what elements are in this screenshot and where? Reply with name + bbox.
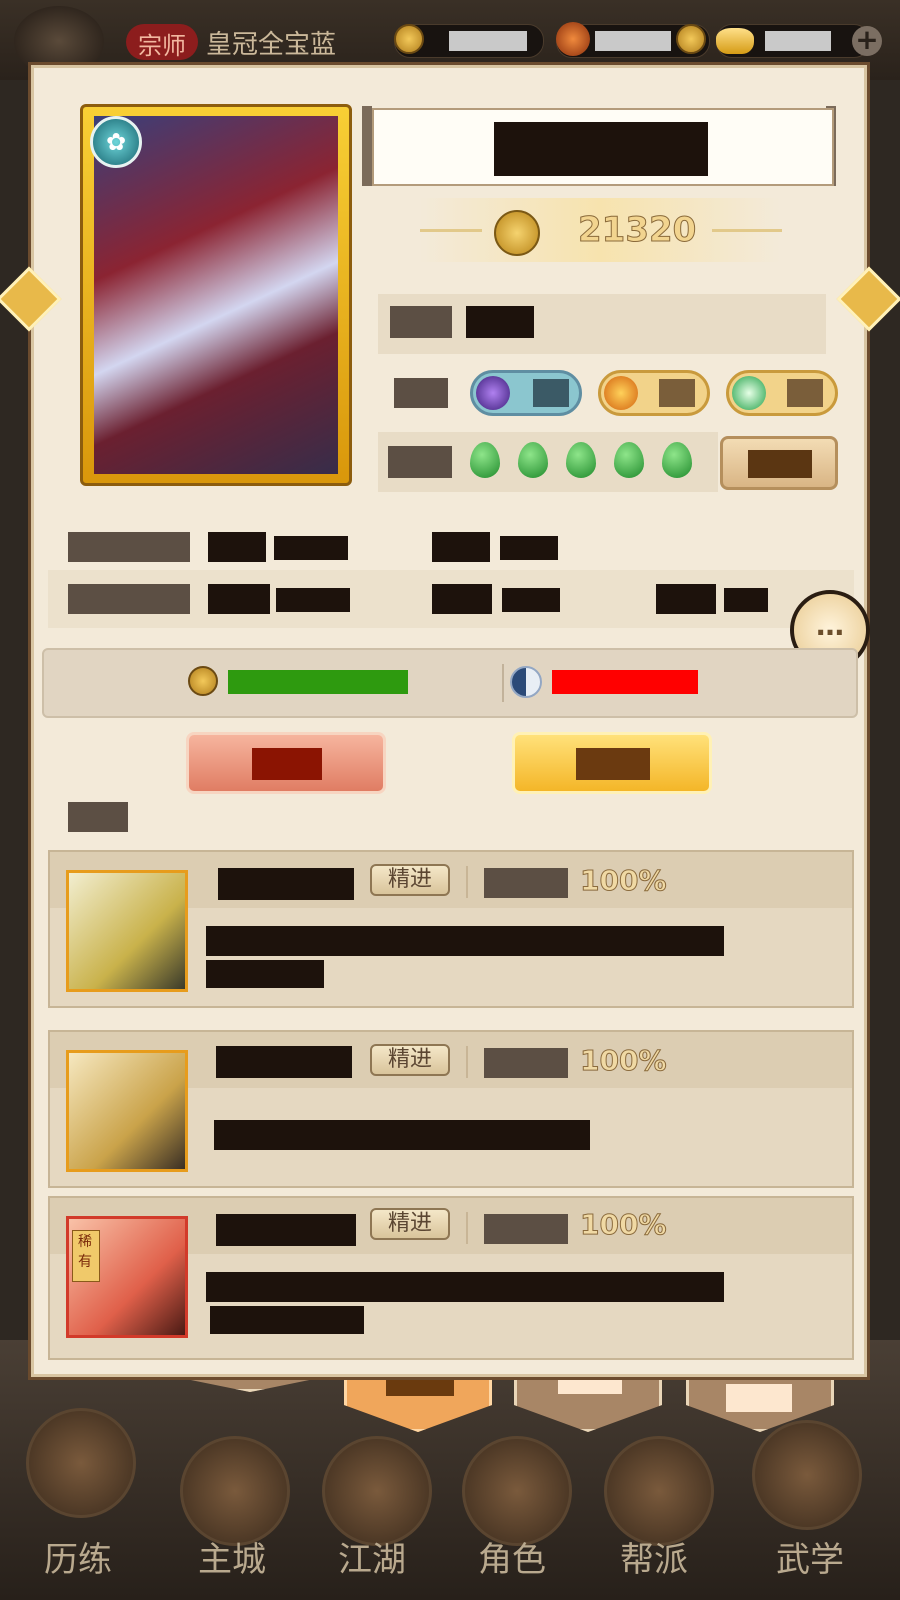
skill-name xyxy=(218,868,354,900)
nav-icon-guild[interactable] xyxy=(604,1436,714,1546)
skill-divider xyxy=(466,866,468,898)
talent-bean-icon xyxy=(470,442,500,478)
nav-icon-martial[interactable] xyxy=(752,1420,862,1530)
skill-description xyxy=(210,1306,364,1334)
yinyang-cost-bar xyxy=(552,670,698,694)
stat-label xyxy=(68,584,190,614)
cost-bar xyxy=(42,648,858,718)
talent-label xyxy=(388,446,452,478)
rank-label: 宗师 xyxy=(138,32,186,60)
skill-name xyxy=(216,1214,356,1246)
skill-icon-strike[interactable] xyxy=(66,1050,188,1172)
stat-value xyxy=(502,588,560,612)
power-value: 21320 xyxy=(577,210,697,251)
nav-icon-practice[interactable] xyxy=(26,1408,136,1518)
skill-tag: 精进 xyxy=(370,864,450,896)
ornament-right xyxy=(712,229,782,232)
divider xyxy=(502,664,504,702)
skill-divider xyxy=(466,1046,468,1078)
skill-name xyxy=(216,1046,352,1078)
skill-rate-value: 100% xyxy=(580,1208,668,1242)
equip-slot-sun[interactable] xyxy=(598,370,710,416)
talent-bean-icon xyxy=(518,442,548,478)
talent-bean-icon xyxy=(614,442,644,478)
equip-slot-jade[interactable] xyxy=(726,370,838,416)
skill-tag: 精进 xyxy=(370,1208,450,1240)
stat-label xyxy=(432,532,490,562)
hero-info-value xyxy=(466,306,534,338)
nav-label-city[interactable]: 主城 xyxy=(198,1532,266,1581)
stat-value xyxy=(208,584,270,614)
moon-icon xyxy=(476,376,510,410)
yinyang-icon xyxy=(510,666,542,698)
jade-ring-icon xyxy=(732,376,766,410)
stat-value xyxy=(208,532,266,562)
hero-name xyxy=(494,122,708,176)
element-badge-icon: ✿ xyxy=(90,116,142,168)
nav-icon-jianghu[interactable] xyxy=(322,1436,432,1546)
talent-bean-icon xyxy=(566,442,596,478)
power-sword-icon xyxy=(494,210,540,256)
stat-label xyxy=(432,584,492,614)
skill-description xyxy=(206,926,724,956)
skill-rate-label xyxy=(484,1214,568,1244)
ornament-left xyxy=(420,229,482,232)
coin-stack-icon[interactable] xyxy=(676,24,706,54)
stat-label xyxy=(68,532,190,562)
stat-value xyxy=(276,588,350,612)
skill-rate-label xyxy=(484,868,568,898)
stat-value xyxy=(274,536,348,560)
skill-description xyxy=(206,960,324,988)
skill-rate-value: 100% xyxy=(580,864,668,898)
coin-cost-bar xyxy=(228,670,408,694)
hero-portrait xyxy=(94,116,338,474)
skill-description xyxy=(206,1272,724,1302)
stat-value xyxy=(500,536,558,560)
skill-divider xyxy=(466,1212,468,1244)
talent-bean-icon xyxy=(662,442,692,478)
tab-4-label xyxy=(726,1384,792,1412)
coin-icon xyxy=(188,666,218,696)
skill-icon-spear[interactable] xyxy=(66,870,188,992)
action-button-right-label xyxy=(576,748,650,780)
player-title: 皇冠全宝蓝 xyxy=(206,30,337,60)
skill-rate-label xyxy=(484,1048,568,1078)
talent-button-label xyxy=(748,450,812,478)
nav-label-role[interactable]: 角色 xyxy=(478,1532,546,1581)
stat-label xyxy=(656,584,716,614)
skill-tag: 精进 xyxy=(370,1044,450,1076)
action-button-left-label xyxy=(252,748,322,780)
nav-icon-role[interactable] xyxy=(462,1436,572,1546)
stat-value xyxy=(724,588,768,612)
equip-slot-moon[interactable] xyxy=(470,370,582,416)
nav-label-practice[interactable]: 历练 xyxy=(44,1532,112,1581)
coin-icon xyxy=(394,24,424,54)
nav-label-guild[interactable]: 帮派 xyxy=(620,1532,688,1581)
nav-label-martial[interactable]: 武学 xyxy=(776,1532,844,1581)
plus-icon[interactable]: + xyxy=(852,26,882,56)
leaf-icon xyxy=(556,22,590,56)
hero-info-label xyxy=(390,306,452,338)
skills-section-title xyxy=(68,802,128,832)
equip-label xyxy=(394,378,448,408)
nav-icon-city[interactable] xyxy=(180,1436,290,1546)
name-bracket-left xyxy=(362,106,372,186)
skill-rate-value: 100% xyxy=(580,1044,668,1078)
gold-ingot-icon xyxy=(716,28,754,54)
rarity-badge-label: 稀有 xyxy=(78,1234,92,1270)
sun-icon xyxy=(604,376,638,410)
nav-label-jianghu[interactable]: 江湖 xyxy=(338,1532,406,1581)
skill-description xyxy=(214,1120,590,1150)
